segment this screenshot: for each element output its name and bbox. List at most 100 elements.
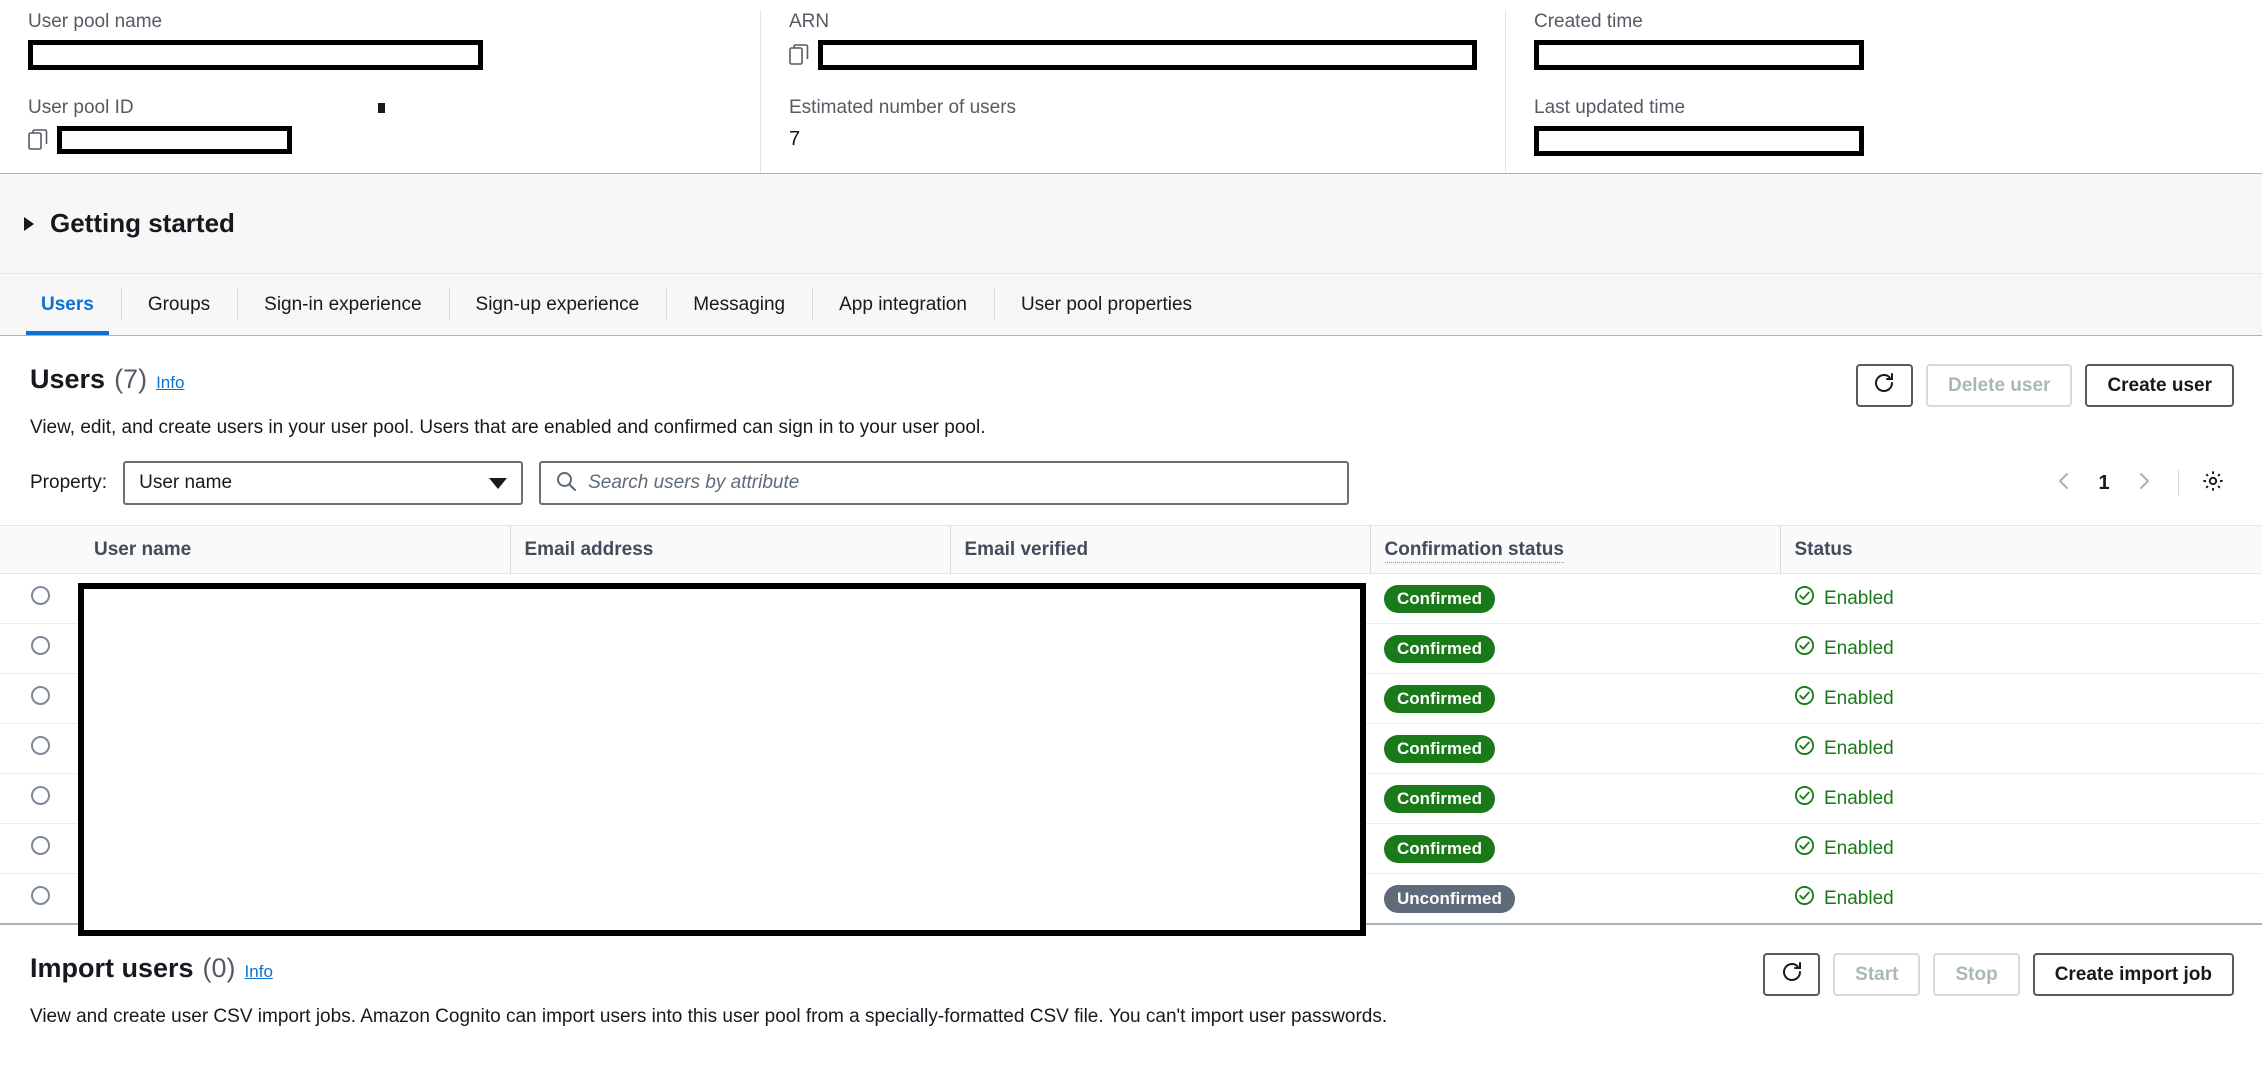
create-import-job-button[interactable]: Create import job (2032, 953, 2234, 996)
create-user-button[interactable]: Create user (2085, 364, 2234, 407)
cell-email-verified (950, 873, 1370, 924)
row-select-cell[interactable] (0, 823, 80, 874)
status-badge: Confirmed (1384, 734, 1495, 763)
table-row[interactable]: Confirmed Enabled (0, 573, 2262, 624)
cell-user-name (80, 873, 510, 924)
table-preferences-button[interactable] (2192, 462, 2234, 504)
last-updated-time-field: Last updated time (1534, 96, 2234, 156)
cell-user-name (80, 573, 510, 624)
page-number-1[interactable]: 1 (2089, 472, 2119, 495)
users-table: User name Email address Email verified C… (0, 525, 2262, 924)
users-info-link[interactable]: Info (156, 373, 184, 393)
refresh-users-button[interactable] (1855, 364, 1913, 407)
start-import-button[interactable]: Start (1833, 953, 1921, 996)
column-header-user-name[interactable]: User name (80, 525, 510, 574)
column-header-email-address[interactable]: Email address (509, 525, 950, 574)
check-circle-icon (1794, 685, 1815, 712)
previous-page-button[interactable] (2043, 462, 2085, 504)
cell-email-address (510, 873, 950, 924)
table-row[interactable]: Confirmed Enabled (0, 773, 2262, 824)
row-select-cell[interactable] (0, 673, 80, 724)
users-count: (7) (114, 364, 148, 394)
copy-icon[interactable] (789, 44, 809, 66)
import-users-info-link[interactable]: Info (245, 962, 273, 982)
cell-email-verified (950, 773, 1370, 824)
cell-email-address (510, 673, 950, 724)
search-placeholder: Search users by attribute (588, 472, 800, 493)
property-select[interactable]: User name (123, 461, 524, 505)
tab-sign-in-experience[interactable]: Sign-in experience (237, 274, 448, 335)
row-select-cell[interactable] (0, 873, 80, 924)
cell-user-name (80, 773, 510, 824)
cell-user-name (80, 623, 510, 674)
estimated-users-field: Estimated number of users 7 (789, 96, 1477, 152)
row-select-cell[interactable] (0, 723, 80, 774)
row-radio-button[interactable] (30, 836, 50, 855)
user-pool-tabs: Users Groups Sign-in experience Sign-up … (0, 274, 2262, 336)
row-select-cell[interactable] (0, 573, 80, 624)
status-badge: Confirmed (1384, 834, 1495, 863)
tab-label: Groups (147, 293, 211, 315)
getting-started-section[interactable]: Getting started (0, 174, 2262, 274)
status-badge: Confirmed (1384, 584, 1495, 613)
users-card: Users (7) Info Delete user Create user V… (0, 336, 2262, 936)
column-header-email-verified[interactable]: Email verified (949, 525, 1370, 574)
delete-user-button[interactable]: Delete user (1925, 364, 2073, 407)
column-header-confirmation-status[interactable]: Confirmation status (1369, 525, 1780, 574)
tab-groups[interactable]: Groups (120, 274, 237, 335)
table-row[interactable]: Confirmed Enabled (0, 823, 2262, 874)
cell-confirmation-status: Confirmed (1370, 623, 1780, 674)
row-radio-button[interactable] (30, 736, 50, 755)
import-users-actions: Start Stop Create import job (1763, 953, 2234, 996)
refresh-import-jobs-button[interactable] (1763, 953, 1821, 996)
created-time-redacted-value (1534, 40, 1864, 70)
row-select-cell[interactable] (0, 773, 80, 824)
cell-status: Enabled (1780, 573, 2262, 624)
summary-column-2: ARN Estimated number of users 7 (760, 10, 1505, 173)
user-pool-summary-panel: User pool name User pool ID ARN Estimate… (0, 0, 2262, 174)
tab-user-pool-properties[interactable]: User pool properties (993, 274, 1219, 335)
stop-import-button[interactable]: Stop (1933, 953, 2020, 996)
next-page-button[interactable] (2123, 462, 2165, 504)
estimated-users-value: 7 (789, 128, 801, 150)
summary-column-3: Created time Last updated time (1505, 10, 2262, 173)
check-circle-icon (1794, 885, 1815, 912)
created-time-field: Created time (1534, 10, 2234, 70)
arn-redacted-value (818, 40, 1477, 70)
gear-icon (2201, 469, 2225, 498)
users-description: View, edit, and create users in your use… (30, 417, 986, 438)
status-text: Enabled (1824, 887, 1894, 909)
column-label: Confirmation status (1384, 538, 1564, 563)
cell-status: Enabled (1780, 773, 2262, 824)
column-header-status[interactable]: Status (1779, 525, 2262, 574)
last-updated-time-label: Last updated time (1534, 97, 1686, 118)
tab-users[interactable]: Users (14, 274, 121, 335)
cell-email-address (510, 823, 950, 874)
cell-status: Enabled (1780, 723, 2262, 774)
table-row[interactable]: Confirmed Enabled (0, 723, 2262, 774)
copy-icon[interactable] (28, 129, 48, 151)
table-row[interactable]: Confirmed Enabled (0, 623, 2262, 674)
row-select-cell[interactable] (0, 623, 80, 674)
search-users-input[interactable]: Search users by attribute (539, 461, 1350, 505)
table-row[interactable]: Unconfirmed Enabled (0, 873, 2262, 924)
row-radio-button[interactable] (30, 586, 50, 605)
check-circle-icon (1794, 635, 1815, 662)
users-pagination: 1 (2043, 462, 2234, 504)
status-badge: Confirmed (1384, 684, 1495, 713)
row-radio-button[interactable] (30, 886, 50, 905)
tab-messaging[interactable]: Messaging (666, 274, 812, 335)
table-row[interactable]: Confirmed Enabled (0, 673, 2262, 724)
row-radio-button[interactable] (30, 786, 50, 805)
tab-label: App integration (839, 293, 967, 315)
users-filter-row: Property: User name Search users by attr… (0, 439, 2262, 525)
row-radio-button[interactable] (30, 636, 50, 655)
user-pool-name-label: User pool name (28, 11, 163, 32)
tab-sign-up-experience[interactable]: Sign-up experience (448, 274, 667, 335)
status-text: Enabled (1824, 737, 1894, 759)
chevron-right-icon (2133, 470, 2155, 497)
row-radio-button[interactable] (30, 686, 50, 705)
tab-app-integration[interactable]: App integration (812, 274, 994, 335)
table-header-row: User name Email address Email verified C… (0, 525, 2262, 574)
artifact-dot (378, 103, 385, 113)
